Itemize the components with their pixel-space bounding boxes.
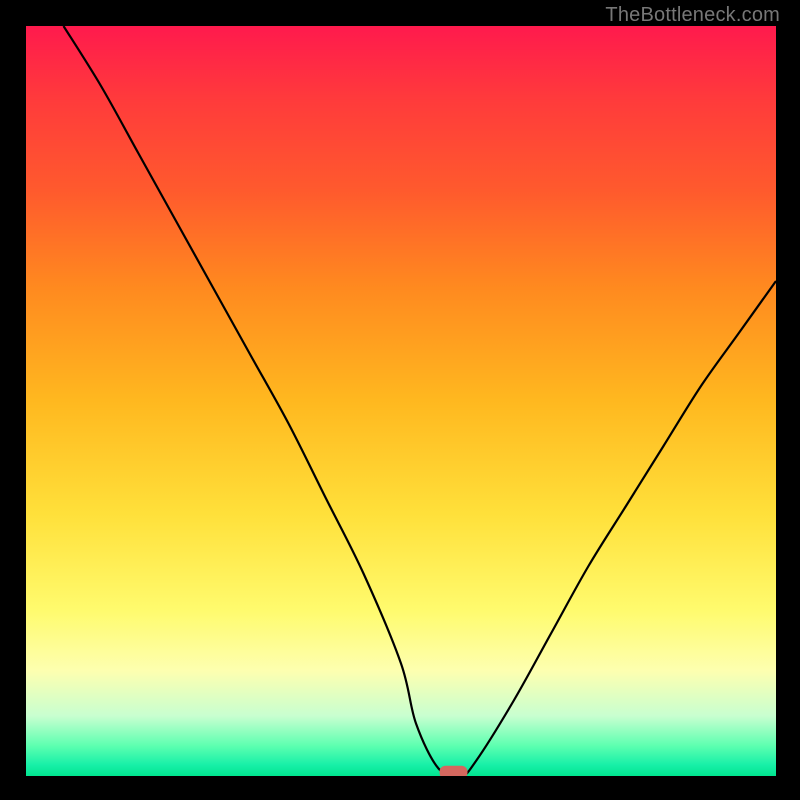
watermark-text: TheBottleneck.com	[605, 4, 780, 27]
plot-area	[26, 26, 776, 776]
chart-container: TheBottleneck.com	[0, 0, 800, 800]
curve-svg	[26, 26, 776, 776]
optimum-marker	[440, 766, 468, 776]
bottleneck-curve	[64, 26, 777, 776]
